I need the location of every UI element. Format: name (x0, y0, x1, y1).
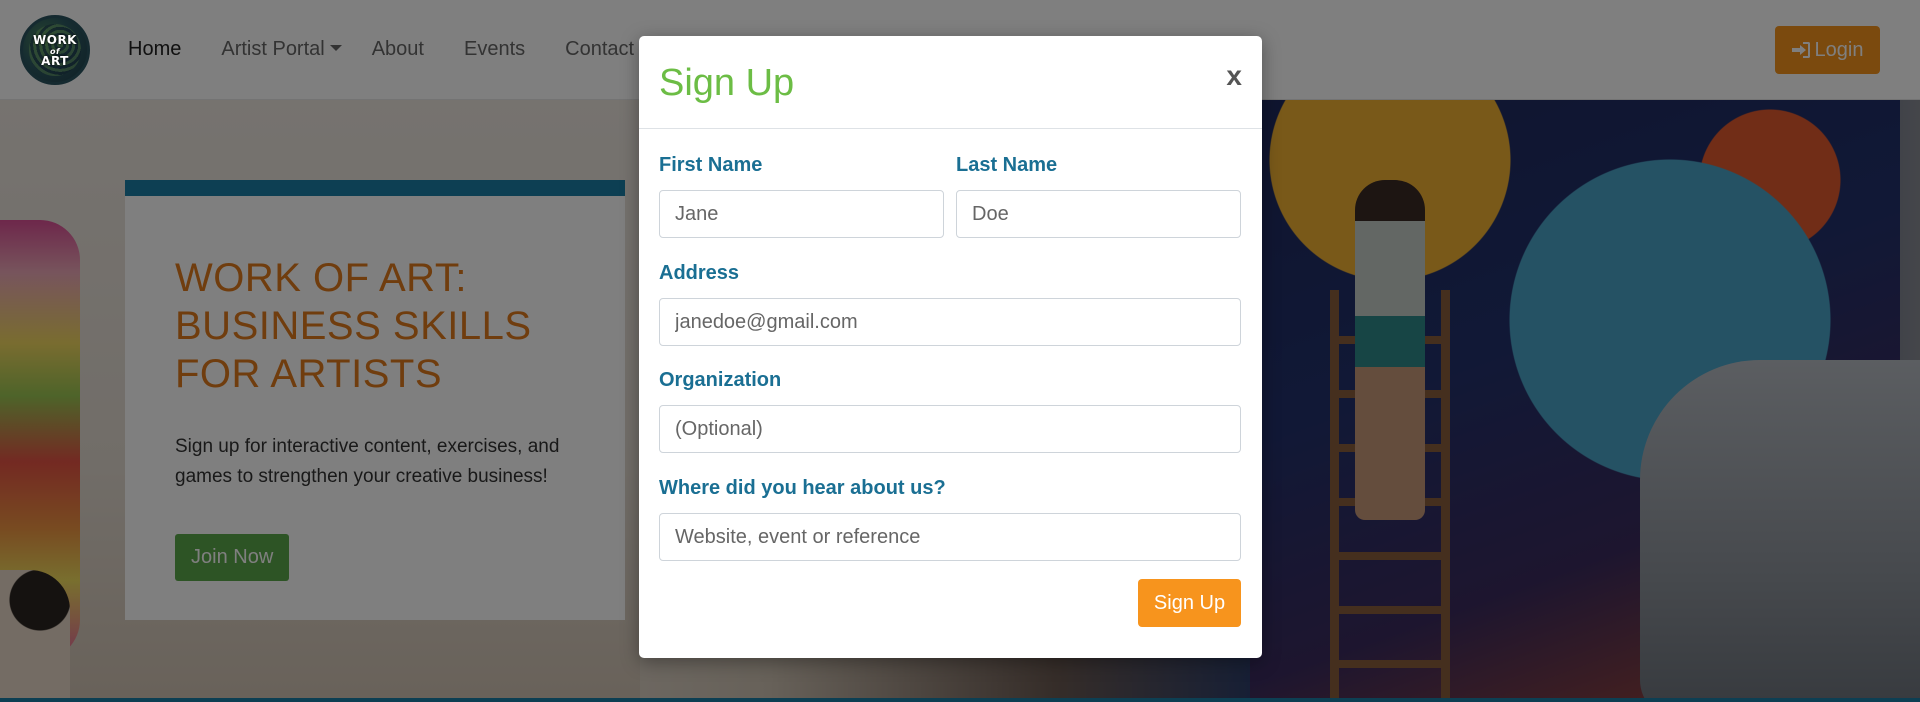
referral-field[interactable] (659, 513, 1241, 561)
modal-title: Sign Up (659, 62, 795, 104)
last-name-label: Last Name (956, 154, 1058, 176)
first-name-field[interactable] (659, 190, 944, 238)
referral-label: Where did you hear about us? (659, 477, 946, 499)
address-label: Address (659, 262, 740, 284)
logo-text-line3: ART (41, 54, 69, 68)
modal-header: Sign Up x (639, 36, 1262, 129)
last-name-field[interactable] (956, 190, 1241, 238)
organization-label: Organization (659, 369, 782, 391)
sign-up-submit-button[interactable]: Sign Up (1138, 579, 1241, 627)
logo-text-line1: WORK (33, 33, 77, 47)
sign-up-modal: Sign Up x First Name Last Name Address O… (639, 36, 1262, 658)
close-icon[interactable]: x (1226, 60, 1242, 92)
first-name-label: First Name (659, 154, 763, 176)
address-field[interactable] (659, 298, 1241, 346)
organization-field[interactable] (659, 405, 1241, 453)
